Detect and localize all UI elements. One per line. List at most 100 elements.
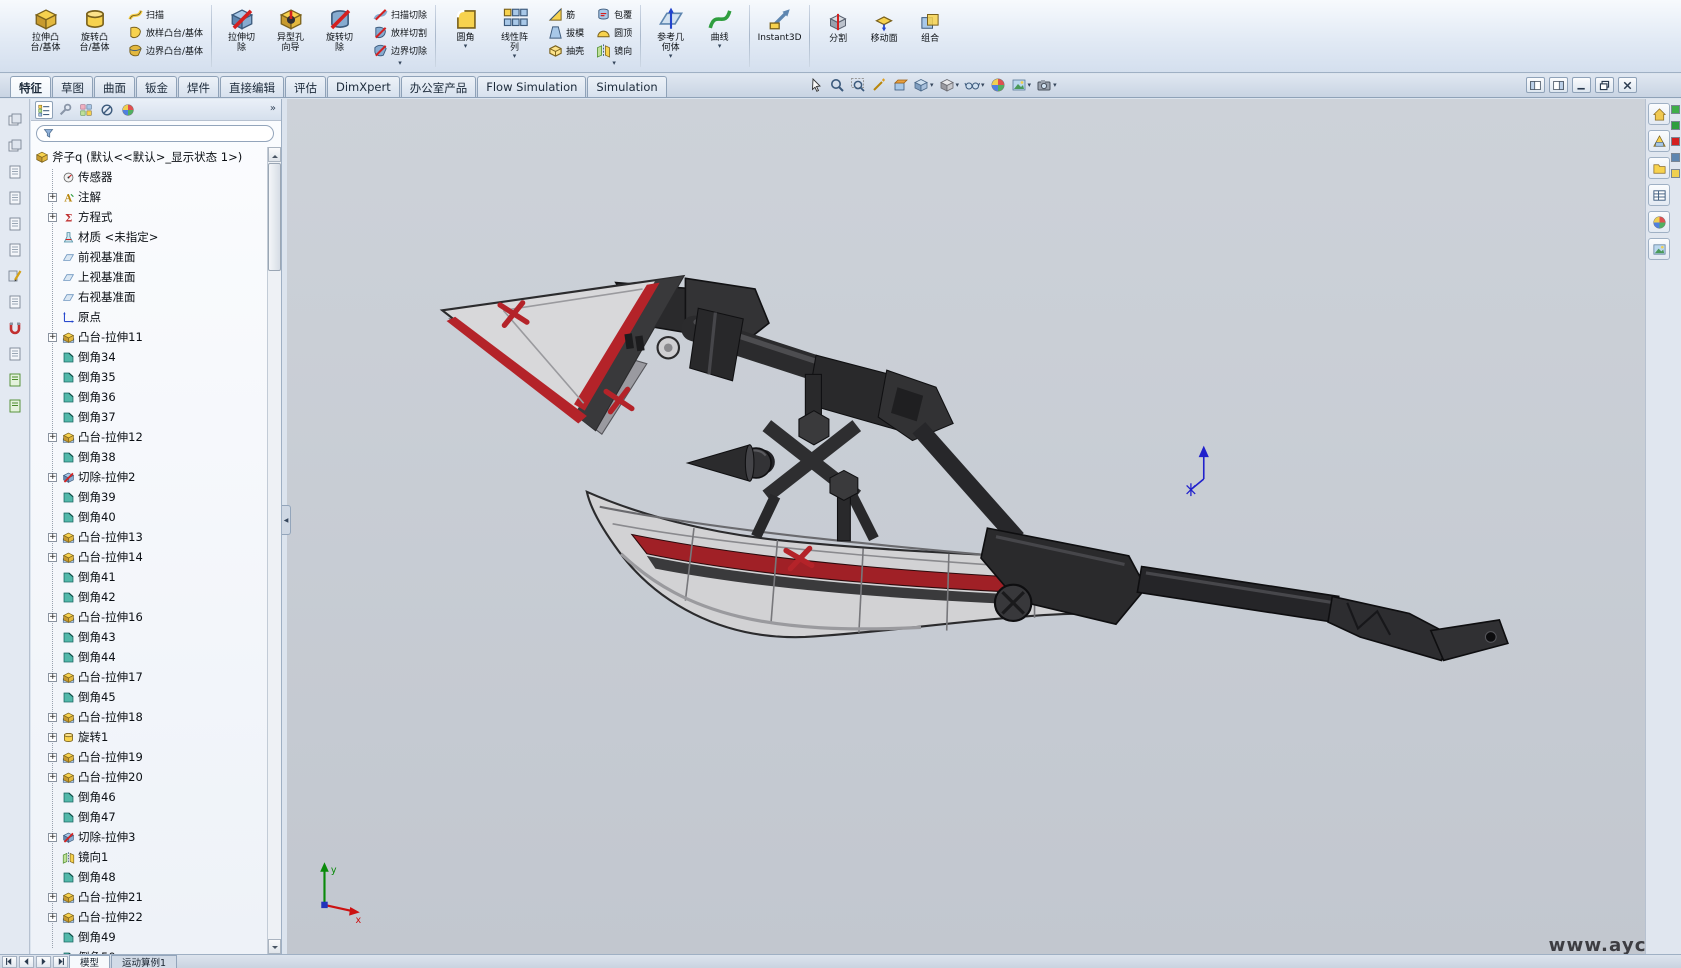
tree-item[interactable]: 倒角40 <box>31 507 267 527</box>
restore-button[interactable] <box>1595 77 1614 93</box>
left-tool-11-doc-green[interactable] <box>5 371 25 389</box>
expand-toggle[interactable] <box>48 613 57 622</box>
command-tab-3[interactable]: 曲面 <box>94 76 135 97</box>
tree-item[interactable]: 原点 <box>31 307 267 327</box>
command-tab-11[interactable]: Simulation <box>587 76 666 97</box>
ribbon-button-combine[interactable]: 组合 <box>907 3 953 69</box>
group-dropdown-caret-icon[interactable] <box>398 60 402 66</box>
expand-toggle[interactable] <box>48 433 57 442</box>
tree-item[interactable]: 传感器 <box>31 167 267 187</box>
command-tab-7[interactable]: 评估 <box>285 76 326 97</box>
command-tab-4[interactable]: 钣金 <box>136 76 177 97</box>
tree-item[interactable]: 倒角36 <box>31 387 267 407</box>
left-tool-6-doc[interactable] <box>5 241 25 259</box>
tree-item[interactable]: 倒角44 <box>31 647 267 667</box>
graphics-viewport[interactable]: y x www.ayc.cn <box>287 99 1645 954</box>
ribbon-button-revolve-cut[interactable]: 旋转切 除 <box>315 3 364 69</box>
command-tab-5[interactable]: 焊件 <box>178 76 219 97</box>
tree-item[interactable]: 倒角41 <box>31 567 267 587</box>
model-view[interactable]: y x www.ayc.cn <box>287 99 1645 954</box>
expand-toggle[interactable] <box>48 773 57 782</box>
task-pane-tab-ball[interactable] <box>1648 211 1670 233</box>
dropdown-caret-icon[interactable] <box>956 82 960 89</box>
ribbon-button-move-face[interactable]: 移动面 <box>861 3 907 69</box>
tree-item[interactable]: 切除-拉伸2 <box>31 467 267 487</box>
tree-item[interactable]: 倒角47 <box>31 807 267 827</box>
view-tool-wand-button[interactable] <box>869 76 889 94</box>
tree-item[interactable]: 倒角43 <box>31 627 267 647</box>
group-dropdown-caret-icon[interactable] <box>612 60 616 66</box>
expand-toggle[interactable] <box>48 673 57 682</box>
study-tab-1[interactable]: 模型 <box>69 955 110 968</box>
tree-item[interactable]: 右视基准面 <box>31 287 267 307</box>
nav-last-button[interactable] <box>53 956 68 968</box>
left-tool-12-doc-green[interactable] <box>5 397 25 415</box>
nav-prev-button[interactable] <box>19 956 34 968</box>
nav-next-button[interactable] <box>36 956 51 968</box>
tree-item[interactable]: 斧子q (默认<<默认>_显示状态 1>) <box>31 147 267 167</box>
ribbon-button-shell[interactable]: 抽壳 <box>545 42 587 59</box>
ribbon-button-pattern[interactable]: 线性阵 列 <box>490 3 539 69</box>
dropdown-caret-icon[interactable] <box>930 82 934 89</box>
tree-item[interactable]: 上视基准面 <box>31 267 267 287</box>
ribbon-button-draft[interactable]: 拔模 <box>545 24 587 41</box>
expand-toggle[interactable] <box>48 533 57 542</box>
panel-tab-dimx[interactable] <box>98 101 116 119</box>
tree-item[interactable]: 凸台-拉伸11 <box>31 327 267 347</box>
ribbon-button-dome[interactable]: 圆顶 <box>593 24 635 41</box>
tree-item[interactable]: 倒角35 <box>31 367 267 387</box>
dropdown-caret-icon[interactable] <box>513 53 517 60</box>
ribbon-button-ref-geometry[interactable]: 参考几 何体 <box>646 3 695 69</box>
ribbon-button-loft[interactable]: 放样凸台/基体 <box>125 24 206 41</box>
tree-item[interactable]: 倒角45 <box>31 687 267 707</box>
axe-head[interactable] <box>442 276 683 430</box>
tree-item[interactable]: 倒角42 <box>31 587 267 607</box>
expand-toggle[interactable] <box>48 473 57 482</box>
panel-tab-config[interactable] <box>77 101 95 119</box>
expand-toggle[interactable] <box>48 753 57 762</box>
handle-end-cap[interactable] <box>1431 620 1508 661</box>
dropdown-caret-icon[interactable] <box>1053 82 1057 89</box>
task-pane-tab-folder[interactable] <box>1648 157 1670 179</box>
scroll-up-button[interactable] <box>268 147 281 162</box>
view-tool-section-button[interactable] <box>890 76 910 94</box>
mini-tool-1[interactable] <box>1671 105 1680 114</box>
dropdown-caret-icon[interactable] <box>464 43 468 50</box>
nav-first-button[interactable] <box>2 956 17 968</box>
left-tool-7-pencil[interactable] <box>5 267 25 285</box>
axe-model[interactable] <box>442 276 1508 660</box>
tree-item[interactable]: 倒角37 <box>31 407 267 427</box>
ribbon-button-instant3d[interactable]: Instant3D <box>755 3 804 69</box>
ribbon-button-rib[interactable]: 筋 <box>545 6 587 23</box>
ribbon-button-extrude-boss[interactable]: 拉伸凸 台/基体 <box>21 3 70 69</box>
spike[interactable] <box>688 445 772 481</box>
tree-item[interactable]: 倒角49 <box>31 927 267 947</box>
tree-item[interactable]: 镜向1 <box>31 847 267 867</box>
ribbon-button-loft-cut[interactable]: 放样切割 <box>370 24 430 41</box>
ribbon-button-revolve-boss[interactable]: 旋转凸 台/基体 <box>70 3 119 69</box>
tree-filter-input[interactable] <box>59 128 268 140</box>
view-tool-camera-button[interactable] <box>1034 76 1059 94</box>
tree-item[interactable]: 前视基准面 <box>31 247 267 267</box>
mini-tool-3[interactable] <box>1671 137 1680 146</box>
view-tool-style-button[interactable] <box>937 76 962 94</box>
command-tab-2[interactable]: 草图 <box>52 76 93 97</box>
left-tool-3-doc[interactable] <box>5 163 25 181</box>
tree-item[interactable]: 凸台-拉伸19 <box>31 747 267 767</box>
left-tool-10-doc[interactable] <box>5 345 25 363</box>
task-pane-tab-home[interactable] <box>1648 103 1670 125</box>
task-pane-tab-table[interactable] <box>1648 184 1670 206</box>
ribbon-button-mirror[interactable]: 镜向 <box>593 42 635 59</box>
tree-item[interactable]: 凸台-拉伸13 <box>31 527 267 547</box>
panel-tab-display[interactable] <box>119 101 137 119</box>
view-tool-select-button[interactable] <box>806 76 826 94</box>
tree-item[interactable]: 倒角39 <box>31 487 267 507</box>
command-tab-8[interactable]: DimXpert <box>327 76 400 97</box>
task-pane-tab-library[interactable] <box>1648 130 1670 152</box>
left-tool-8-doc[interactable] <box>5 293 25 311</box>
pane-right-button[interactable] <box>1549 77 1568 93</box>
dropdown-caret-icon[interactable] <box>1028 82 1032 89</box>
view-tool-glasses-button[interactable] <box>962 76 987 94</box>
dropdown-caret-icon[interactable] <box>981 82 985 89</box>
view-tool-orientation-button[interactable] <box>911 76 936 94</box>
